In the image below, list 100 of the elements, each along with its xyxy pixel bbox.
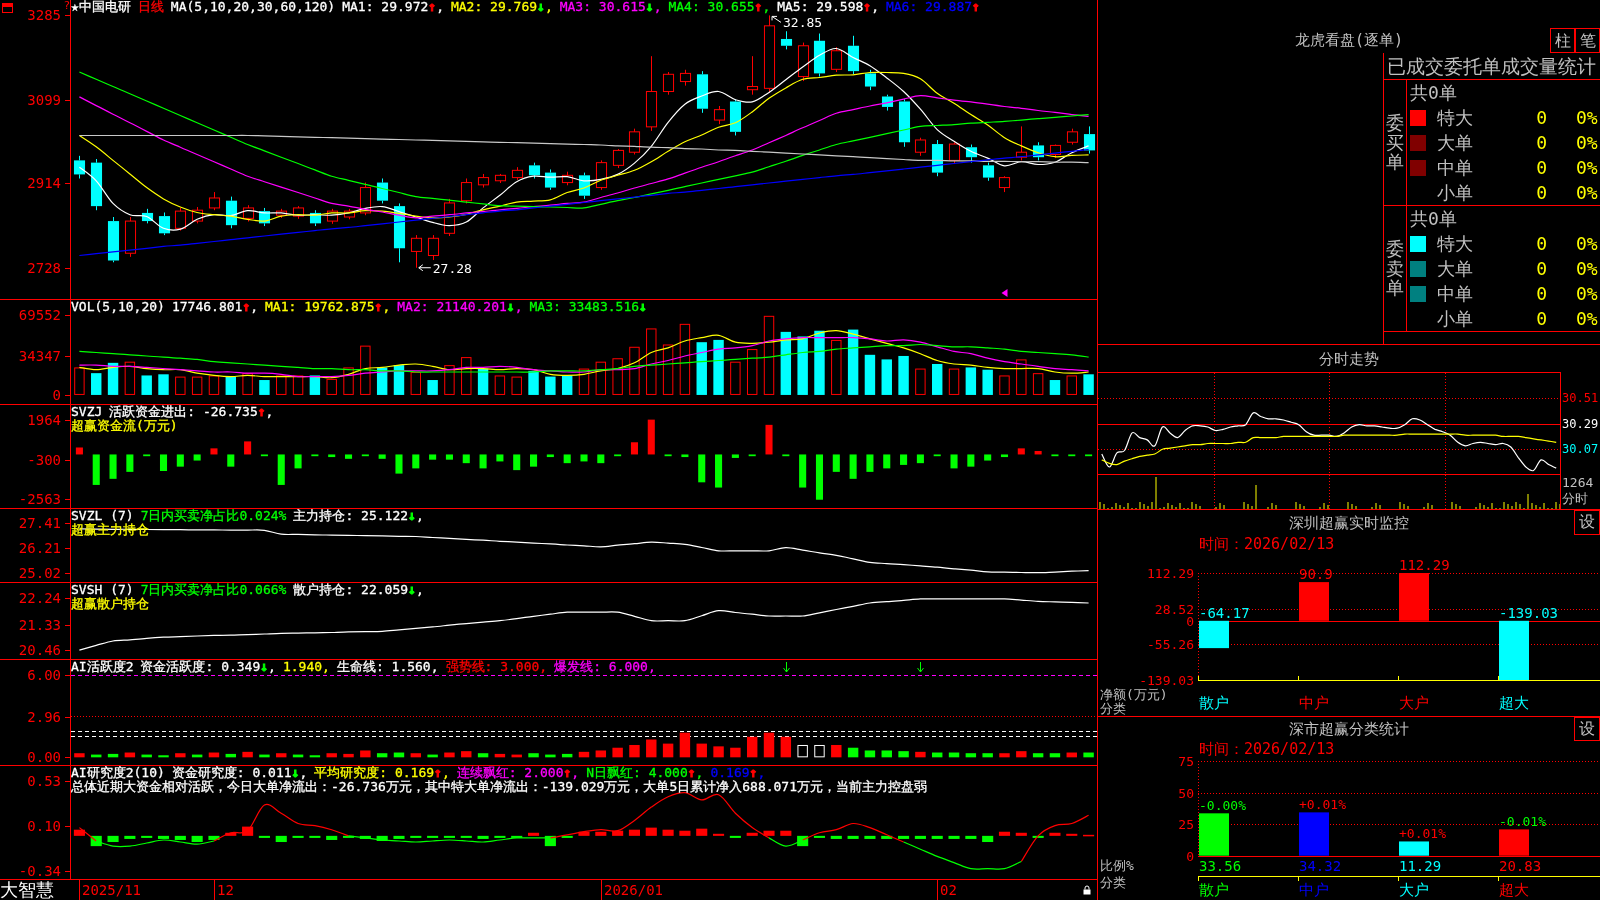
chart-bar bbox=[881, 750, 892, 758]
chart-bar bbox=[729, 835, 741, 838]
side-label: 委买单 bbox=[1386, 112, 1404, 173]
indicator-legend: SVZJ 活跃资金进出: -26.735↑, bbox=[71, 405, 281, 419]
axis-tick-label: 3099 bbox=[27, 92, 61, 107]
candlestick bbox=[1032, 141, 1045, 161]
chart-bar bbox=[932, 364, 943, 395]
candlestick bbox=[225, 196, 238, 229]
chart-bar bbox=[662, 743, 674, 758]
chart-bar bbox=[124, 361, 136, 395]
bar-value-label: 34.32 bbox=[1299, 858, 1342, 875]
axis-tick-label: 2914 bbox=[27, 176, 61, 191]
indicator-legend: SVZL (7) 7日内买卖净占比0.024% 主力持仓: 25.122↓, bbox=[71, 509, 431, 523]
chart-bar bbox=[578, 368, 590, 395]
chart-bar bbox=[1066, 833, 1078, 836]
candlestick bbox=[1015, 125, 1028, 161]
chart-bar bbox=[258, 835, 270, 838]
settings-button[interactable]: 设 bbox=[1574, 717, 1600, 741]
candlestick bbox=[612, 148, 625, 169]
chart-bar bbox=[479, 454, 487, 469]
time-label: 时间：2026/02/13 bbox=[1199, 535, 1335, 553]
axis-title: 分类 bbox=[1099, 874, 1126, 891]
chart-bar bbox=[948, 752, 960, 758]
chart-bar bbox=[696, 743, 707, 758]
chart-bar bbox=[578, 751, 590, 758]
price-label: 32.85 bbox=[783, 15, 823, 31]
bar-value-label: -64.17 bbox=[1199, 604, 1250, 621]
chart-bar bbox=[462, 454, 470, 464]
candlestick bbox=[679, 69, 692, 87]
chart-bar bbox=[445, 454, 453, 460]
chart-bar bbox=[427, 754, 438, 758]
axis-tick-label: 22.24 bbox=[18, 590, 61, 605]
axis-tick-label: 0.10 bbox=[27, 818, 61, 833]
chart-bar bbox=[561, 835, 573, 838]
chart-bar bbox=[1034, 450, 1042, 455]
chart-bar bbox=[730, 361, 741, 395]
view-button[interactable]: 笔 bbox=[1575, 28, 1600, 53]
order-percent: 0% bbox=[1576, 233, 1599, 254]
candlestick bbox=[1066, 128, 1079, 145]
candlestick bbox=[73, 155, 86, 179]
panel-title: 分时走势 bbox=[1319, 348, 1379, 369]
candlestick bbox=[998, 175, 1011, 193]
chart-bar bbox=[74, 367, 85, 395]
chart-bar bbox=[864, 750, 876, 758]
chart-bar bbox=[90, 835, 102, 847]
settings-button[interactable]: 设 bbox=[1574, 510, 1600, 535]
chart-bar bbox=[193, 454, 201, 461]
chart-bar bbox=[932, 752, 943, 758]
chart-bar bbox=[443, 835, 455, 838]
axis-tick-label: 27.41 bbox=[18, 516, 61, 531]
order-percent: 0% bbox=[1576, 157, 1599, 178]
axis-tick-label: 28.52 bbox=[1154, 602, 1194, 616]
chart-bar bbox=[343, 753, 354, 758]
chart-bar bbox=[545, 754, 556, 758]
help-mark[interactable]: ? bbox=[63, 0, 70, 11]
chart-bar bbox=[513, 454, 521, 471]
chart-bar bbox=[208, 752, 220, 758]
order-percent: 0% bbox=[1576, 308, 1599, 329]
candlestick bbox=[443, 198, 456, 237]
chart-bar bbox=[731, 454, 739, 458]
order-percent: 0% bbox=[1576, 107, 1599, 128]
chart-bar bbox=[124, 752, 136, 758]
candlestick bbox=[124, 216, 137, 258]
chart-bar bbox=[578, 831, 590, 836]
candlestick bbox=[595, 159, 608, 191]
chart-bar bbox=[530, 454, 538, 467]
chart-bar bbox=[900, 454, 908, 465]
order-percent: 0% bbox=[1576, 258, 1599, 279]
chart-bar bbox=[141, 835, 153, 838]
chart-bar bbox=[175, 753, 186, 758]
chart-bar bbox=[713, 746, 724, 758]
chart-bar bbox=[393, 835, 405, 839]
chart-bar bbox=[511, 376, 522, 395]
order-count: 0 bbox=[1536, 283, 1547, 304]
chart-bar bbox=[311, 454, 319, 457]
candlestick bbox=[628, 128, 641, 155]
axis-tick-label: 112.29 bbox=[1147, 566, 1194, 580]
axis-tick-label: 2.96 bbox=[27, 709, 61, 724]
category-label: 中户 bbox=[1299, 694, 1329, 712]
candlestick bbox=[729, 98, 742, 136]
chart-bar bbox=[1299, 812, 1329, 856]
bar-value-label: 112.29 bbox=[1399, 557, 1450, 573]
candlestick bbox=[343, 208, 356, 220]
view-button[interactable]: 柱 bbox=[1550, 28, 1575, 53]
brand-name: 大智慧 bbox=[0, 880, 55, 900]
chart-bar bbox=[595, 831, 607, 836]
candlestick bbox=[191, 206, 204, 224]
order-type-label: 特大 bbox=[1437, 233, 1474, 254]
candlestick bbox=[107, 216, 120, 263]
chart-bar bbox=[1199, 620, 1229, 649]
candlestick bbox=[359, 182, 372, 216]
lock-icon bbox=[1083, 885, 1091, 895]
chart-bar bbox=[933, 454, 941, 457]
axis-tick-label: 75 bbox=[1178, 754, 1194, 768]
chart-bar bbox=[225, 753, 236, 758]
date-label: 02 bbox=[937, 880, 957, 900]
candlestick bbox=[898, 98, 911, 148]
chart-bar bbox=[881, 359, 892, 395]
square-icon bbox=[2, 3, 13, 13]
candlestick bbox=[662, 71, 675, 96]
